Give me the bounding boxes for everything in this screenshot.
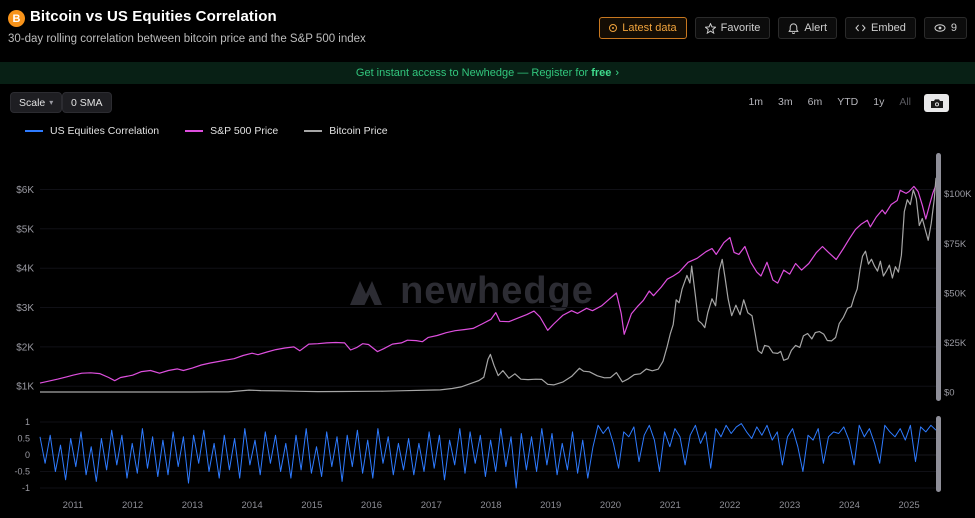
correlation-axis-tick-label: 1 [25,417,30,427]
legend-item-us-equities-correlation[interactable]: US Equities Correlation [25,125,159,137]
legend-item-bitcoin-price[interactable]: Bitcoin Price [304,125,387,137]
x-axis-year-label: 2019 [540,500,561,511]
embed-button[interactable]: Embed [845,17,916,39]
range-3m[interactable]: 3m [778,96,793,108]
left-axis-tick-label: $2K [16,342,34,353]
register-banner[interactable]: Get instant access to Newhedge — Registe… [0,62,975,84]
star-icon [705,23,716,34]
page-subtitle: 30-day rolling correlation between bitco… [8,33,366,45]
favorite-label: Favorite [721,22,761,34]
camera-icon [930,98,944,109]
line-s-p-500-price [40,185,936,383]
right-axis-tick-label: $50K [944,288,967,299]
header-actions: Latest data Favorite Alert Embed 9 [599,17,967,39]
x-axis-year-label: 2017 [421,500,442,511]
right-axis-tick-label: $0 [944,388,955,399]
correlation-chart[interactable]: 1 0.5 0 -0.5 -1 2011 2012 2013 2014 2015 2016 2017 2… [0,410,975,518]
left-axis-tick-label: $1K [16,382,34,393]
banner-text: Get instant access to Newhedge — Registe… [356,67,588,79]
legend-swatch [304,130,322,132]
x-axis-year-label: 2014 [242,500,263,511]
views-button[interactable]: 9 [924,17,967,39]
correlation-chart-scrollbar[interactable] [936,416,941,492]
x-axis-year-label: 2023 [779,500,800,511]
banner-free-text: free [591,67,611,79]
left-axis-tick-label: $3K [16,303,34,314]
left-axis-tick-label: $6K [16,185,34,196]
x-axis-year-label: 2015 [301,500,322,511]
screenshot-button[interactable] [924,94,949,112]
embed-label: Embed [871,22,906,34]
favorite-button[interactable]: Favorite [695,17,771,39]
range-6m[interactable]: 6m [808,96,823,108]
page-title: Bitcoin vs US Equities Correlation [30,8,277,25]
correlation-axis-tick-label: 0 [25,450,30,460]
latest-data-label: Latest data [622,22,676,34]
x-axis-year-label: 2025 [899,500,920,511]
sma-label: 0 SMA [71,97,103,109]
chevron-down-icon: ▾ [49,98,53,107]
x-axis-year-label: 2016 [361,500,382,511]
legend-label: S&P 500 Price [210,125,278,137]
line-bitcoin-price [40,178,936,392]
range-ytd[interactable]: YTD [837,96,858,108]
bitcoin-symbol: B [13,13,21,25]
left-axis-tick-label: $4K [16,264,34,275]
scale-dropdown[interactable]: Scale ▾ [10,92,62,113]
main-chart-scrollbar[interactable] [936,153,941,401]
right-axis-tick-label: $75K [944,239,967,250]
time-range-selector: 1m 3m 6m YTD 1y All [748,96,911,108]
legend-label: Bitcoin Price [329,125,387,137]
x-axis-year-label: 2022 [719,500,740,511]
code-brackets-icon [855,23,866,33]
correlation-axis-tick-label: -0.5 [14,467,30,477]
x-axis-year-label: 2011 [63,500,83,511]
x-axis-year-label: 2013 [182,500,203,511]
bitcoin-icon: B [8,10,25,27]
correlation-axis-tick-label: -1 [22,483,30,493]
sma-button[interactable]: 0 SMA [62,92,112,113]
chart-legend: US Equities Correlation S&P 500 Price Bitc… [25,125,388,137]
range-1y[interactable]: 1y [873,96,884,108]
main-price-chart[interactable]: $6K $5K $4K $3K $2K $1K $100K $75K $50K $25K $0 [0,148,975,410]
bell-icon [788,23,799,34]
scale-label: Scale [19,97,45,109]
x-axis-year-label: 2024 [839,500,860,511]
legend-swatch [185,130,203,132]
x-axis-year-label: 2018 [480,500,501,511]
x-axis-year-label: 2012 [122,500,143,511]
right-axis-tick-label: $25K [944,338,967,349]
legend-label: US Equities Correlation [50,125,159,137]
banner-arrow-icon: › [615,67,619,79]
left-axis-tick-label: $5K [16,224,34,235]
x-axis-year-label: 2020 [600,500,621,511]
correlation-axis-tick-label: 0.5 [17,434,30,444]
legend-item-s-p-500-price[interactable]: S&P 500 Price [185,125,278,137]
legend-swatch [25,130,43,132]
range-1m[interactable]: 1m [748,96,763,108]
alert-button[interactable]: Alert [778,17,837,39]
views-count: 9 [951,22,957,34]
latest-data-button[interactable]: Latest data [599,17,686,39]
alert-label: Alert [804,22,827,34]
range-all[interactable]: All [899,96,911,108]
line-us-equities-correlation [40,424,936,488]
live-indicator-icon [609,24,617,32]
eye-icon [934,23,946,33]
right-axis-tick-label: $100K [944,189,972,200]
x-axis-year-label: 2021 [660,500,681,511]
